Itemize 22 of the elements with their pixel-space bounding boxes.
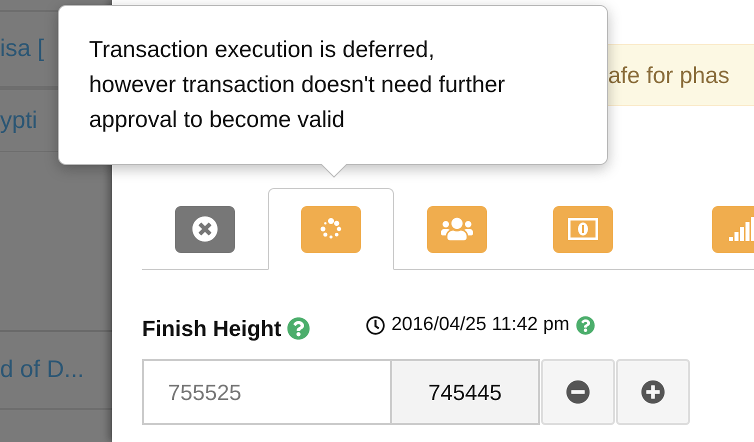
sidebar-item[interactable]: d of D... — [0, 352, 84, 388]
estimated-date: 2016/04/25 11:42 pm — [391, 313, 570, 338]
help-icon[interactable] — [576, 316, 595, 335]
field-label: Finish Height — [142, 315, 282, 343]
minus-icon — [566, 380, 590, 404]
current-height: 745445 — [392, 359, 540, 425]
close-icon — [192, 216, 218, 242]
sidebar-item[interactable]: isa [ — [0, 31, 44, 67]
tooltip-text: Transaction execution is deferred, however transaction doesn't need further approval to become valid — [89, 35, 506, 134]
sidebar-item[interactable]: ypti — [0, 102, 38, 138]
signal-bars-icon — [729, 217, 754, 241]
plus-icon — [641, 380, 665, 404]
banknote-icon — [568, 218, 598, 240]
help-icon[interactable] — [287, 317, 310, 340]
height-input[interactable]: 755525 — [142, 359, 392, 425]
clock-icon — [366, 316, 386, 335]
tab[interactable] — [268, 188, 394, 270]
users-icon — [441, 215, 473, 243]
warning-text: afe for phas — [608, 60, 730, 90]
spinner-icon — [320, 218, 342, 240]
increment-button[interactable] — [616, 359, 690, 425]
decrement-button[interactable] — [541, 359, 615, 425]
